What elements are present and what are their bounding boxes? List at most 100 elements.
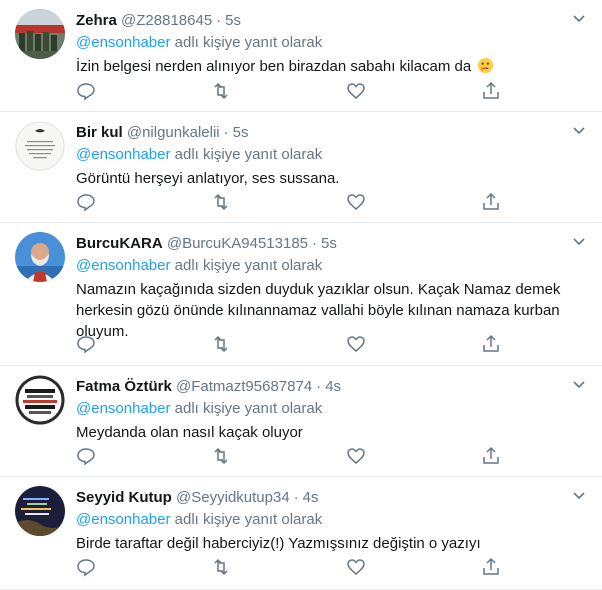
retweet-button[interactable] [211, 81, 231, 101]
tweet-text: Görüntü herşeyi anlatıyor, ses sussana. [76, 170, 340, 187]
separator-dot: · [223, 124, 229, 141]
chevron-down-icon[interactable] [572, 380, 586, 390]
timestamp[interactable]: 4s [325, 378, 341, 395]
reply-icon [77, 448, 95, 466]
like-button[interactable] [346, 446, 366, 466]
reply-icon [77, 194, 95, 212]
tweet[interactable]: BurcuKARA @BurcuKA94513185 · 5s @ensonhabe… [0, 223, 602, 366]
chevron-down-icon[interactable] [572, 14, 586, 24]
share-button[interactable] [481, 192, 501, 212]
reply-button[interactable] [76, 81, 96, 101]
like-button[interactable] [346, 557, 366, 577]
reply-prefix-text: adlı kişiye yanıt olarak [174, 400, 323, 417]
reply-button[interactable] [76, 446, 96, 466]
retweet-icon [214, 447, 228, 465]
avatar[interactable] [15, 121, 65, 171]
tweet-text: Namazın kaçağınıda sizden duyduk yazıkla… [76, 281, 561, 340]
tweet-actions [76, 334, 506, 354]
retweet-icon [214, 335, 228, 353]
tweet-actions [76, 557, 506, 577]
separator-dot: · [316, 378, 322, 395]
user-handle[interactable]: @Seyyidkutup34 [176, 489, 290, 506]
retweet-button[interactable] [211, 334, 231, 354]
reply-icon [77, 83, 95, 101]
display-name[interactable]: Seyyid Kutup [76, 489, 172, 506]
share-icon [483, 192, 499, 210]
timestamp[interactable]: 5s [321, 235, 337, 252]
user-handle[interactable]: @BurcuKA94513185 [167, 235, 308, 252]
share-icon [483, 81, 499, 99]
tweet-actions [76, 81, 506, 101]
display-name[interactable]: Zehra [76, 12, 117, 29]
share-button[interactable] [481, 334, 501, 354]
avatar[interactable] [15, 232, 65, 282]
tweet[interactable]: Seyyid Kutup @Seyyidkutup34 · 4s @ensonhab… [0, 477, 602, 590]
heart-icon [347, 336, 365, 352]
heart-icon [347, 559, 365, 575]
reply-context: @ensonhaber adlı kişiye yanıt olarak [76, 509, 588, 530]
retweet-icon [214, 558, 228, 576]
reply-context: @ensonhaber adlı kişiye yanıt olarak [76, 32, 588, 53]
timestamp[interactable]: 5s [233, 124, 249, 141]
reply-prefix-text: adlı kişiye yanıt olarak [174, 511, 323, 528]
share-button[interactable] [481, 557, 501, 577]
like-button[interactable] [346, 81, 366, 101]
heart-icon [347, 194, 365, 210]
mention-link[interactable]: @ensonhaber [76, 511, 170, 528]
mention-link[interactable]: @ensonhaber [76, 146, 170, 163]
thinking-face-icon [478, 57, 494, 74]
separator-dot: · [293, 489, 299, 506]
like-button[interactable] [346, 192, 366, 212]
chevron-down-icon[interactable] [572, 491, 586, 501]
separator-dot: · [312, 235, 318, 252]
avatar[interactable] [15, 486, 65, 536]
retweet-icon [214, 82, 228, 100]
retweet-button[interactable] [211, 192, 231, 212]
heart-icon [347, 448, 365, 464]
tweet-text: Birde taraftar değil haberciyiz(!) Yazmı… [76, 535, 481, 552]
tweet[interactable]: Zehra @Z28818645 · 5s @ensonhaber adlı kiş… [0, 0, 602, 112]
retweet-button[interactable] [211, 557, 231, 577]
reply-button[interactable] [76, 192, 96, 212]
like-button[interactable] [346, 334, 366, 354]
avatar[interactable] [15, 9, 65, 59]
chevron-down-icon[interactable] [572, 237, 586, 247]
mention-link[interactable]: @ensonhaber [76, 34, 170, 51]
reply-context: @ensonhaber adlı kişiye yanıt olarak [76, 255, 588, 276]
heart-icon [347, 83, 365, 99]
share-button[interactable] [481, 81, 501, 101]
reply-icon [77, 336, 95, 354]
timestamp[interactable]: 5s [225, 12, 241, 29]
reply-context: @ensonhaber adlı kişiye yanıt olarak [76, 144, 588, 165]
share-button[interactable] [481, 446, 501, 466]
tweet-actions [76, 192, 506, 212]
reply-prefix-text: adlı kişiye yanıt olarak [174, 257, 323, 274]
tweet-feed: Zehra @Z28818645 · 5s @ensonhaber adlı kiş… [0, 0, 602, 590]
tweet-actions [76, 446, 506, 466]
tweet-text-body: İzin belgesi nerden alınıyor ben birazda… [76, 58, 472, 75]
display-name[interactable]: Fatma Öztürk [76, 378, 172, 395]
mention-link[interactable]: @ensonhaber [76, 257, 170, 274]
user-handle[interactable]: @nilgunkalelii [127, 124, 220, 141]
tweet[interactable]: Bir kul @nilgunkalelii · 5s @ensonhaber ad… [0, 112, 602, 223]
reply-button[interactable] [76, 334, 96, 354]
reply-prefix-text: adlı kişiye yanıt olarak [174, 146, 323, 163]
share-icon [483, 557, 499, 575]
reply-button[interactable] [76, 557, 96, 577]
user-handle[interactable]: @Z28818645 [121, 12, 212, 29]
tweet-text: Meydanda olan nasıl kaçak oluyor [76, 424, 303, 441]
reply-prefix-text: adlı kişiye yanıt olarak [174, 34, 323, 51]
user-handle[interactable]: @Fatmazt95687874 [176, 378, 312, 395]
separator-dot: · [216, 12, 222, 29]
reply-icon [77, 559, 95, 577]
mention-link[interactable]: @ensonhaber [76, 400, 170, 417]
chevron-down-icon[interactable] [572, 126, 586, 136]
display-name[interactable]: BurcuKARA [76, 235, 163, 252]
display-name[interactable]: Bir kul [76, 124, 123, 141]
timestamp[interactable]: 4s [303, 489, 319, 506]
share-icon [483, 446, 499, 464]
tweet[interactable]: Fatma Öztürk @Fatmazt95687874 · 4s @ensonh… [0, 366, 602, 477]
avatar[interactable] [15, 375, 65, 425]
retweet-icon [214, 193, 228, 211]
retweet-button[interactable] [211, 446, 231, 466]
